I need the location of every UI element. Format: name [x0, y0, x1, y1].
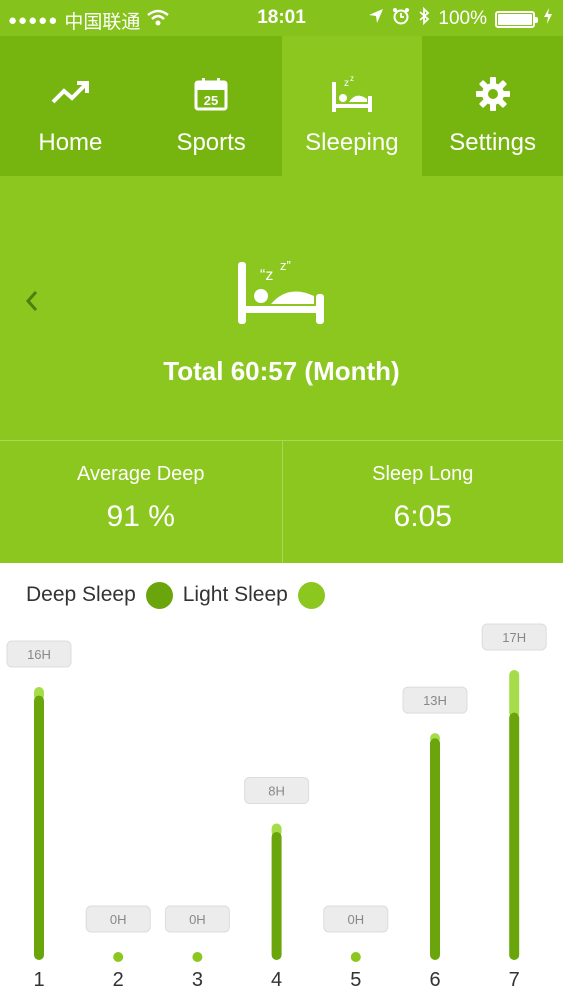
sleep-bar-chart: 16H 1 0H 2 0H 3 8H 4 0H 5 13H 6 17H 7 — [6, 623, 547, 991]
chevron-left-icon — [25, 291, 38, 311]
average-deep-stat: Average Deep 91 % — [0, 441, 282, 563]
sleep-long-label: Sleep Long — [372, 463, 474, 485]
value-label-1: 16H — [27, 647, 51, 662]
tab-settings[interactable]: Settings — [422, 36, 563, 176]
stats-row: Average Deep 91 % Sleep Long 6:05 — [0, 440, 563, 563]
value-label-5: 0H — [347, 912, 364, 927]
legend-light-swatch — [297, 581, 325, 609]
status-right: 100% — [368, 6, 553, 31]
charging-icon — [543, 7, 553, 31]
gear-icon — [475, 74, 511, 114]
battery-percent: 100% — [438, 8, 487, 29]
bar-light-7 — [509, 670, 520, 718]
bluetooth-icon — [418, 6, 430, 31]
sleep-chart: 16H 1 0H 2 0H 3 8H 4 0H 5 13H 6 17H 7 — [0, 620, 563, 1000]
x-tick-7: 7 — [509, 969, 520, 991]
bar-deep-7 — [509, 712, 520, 960]
x-tick-1: 1 — [33, 969, 44, 991]
status-bar: ●●●●● 中国联通 18:01 100% — [0, 0, 563, 36]
svg-text:z: z — [350, 74, 354, 83]
svg-text:“z: “z — [260, 267, 273, 284]
tab-sleeping-label: Sleeping — [305, 129, 399, 156]
average-deep-value: 91 % — [106, 500, 175, 533]
chart-legend: Deep Sleep Light Sleep — [26, 580, 325, 610]
tab-sports[interactable]: 25 Sports — [140, 36, 282, 176]
x-tick-5: 5 — [350, 969, 361, 991]
tab-home[interactable]: Home — [0, 36, 141, 176]
tab-sleeping[interactable]: zz Sleeping — [281, 36, 423, 176]
svg-text:z”: z” — [280, 258, 291, 273]
value-label-4: 8H — [268, 784, 285, 799]
x-tick-4: 4 — [271, 969, 282, 991]
x-tick-6: 6 — [429, 969, 440, 991]
battery-icon — [495, 10, 538, 28]
value-label-2: 0H — [110, 912, 127, 927]
summary-panel: “z z” Total 60:57 (Month) — [0, 176, 563, 440]
sleeping-bed-icon: “z z” — [236, 256, 326, 331]
value-label-3: 0H — [189, 912, 206, 927]
average-deep-label: Average Deep — [77, 463, 205, 485]
legend-deep-swatch — [145, 581, 173, 609]
x-tick-2: 2 — [113, 969, 124, 991]
bed-icon: zz — [330, 74, 374, 114]
sleep-long-value: 6:05 — [393, 500, 452, 533]
value-label-6: 13H — [423, 693, 447, 708]
tab-settings-label: Settings — [449, 129, 536, 156]
alarm-icon — [392, 7, 410, 31]
bar-empty-2 — [113, 952, 124, 962]
trend-up-icon — [50, 74, 90, 114]
calendar-icon: 25 — [194, 74, 228, 114]
bar-empty-5 — [350, 952, 361, 962]
tab-bar: Home 25 Sports zz Sleeping Settings — [0, 36, 563, 176]
legend-light-label: Light Sleep — [182, 583, 288, 606]
tab-sports-label: Sports — [176, 129, 246, 156]
location-arrow-icon — [368, 8, 384, 30]
svg-text:z: z — [344, 78, 349, 89]
legend-deep-label: Deep Sleep — [26, 583, 136, 606]
sleep-long-stat: Sleep Long 6:05 — [281, 441, 563, 563]
value-label-7: 17H — [502, 630, 526, 645]
bar-empty-3 — [192, 952, 203, 962]
calendar-day: 25 — [204, 93, 218, 108]
tab-home-label: Home — [38, 129, 103, 156]
bar-deep-1 — [34, 695, 44, 960]
bar-deep-4 — [271, 832, 282, 960]
total-sleep-text: Total 60:57 (Month) — [163, 356, 400, 386]
previous-button[interactable] — [22, 288, 42, 319]
x-tick-3: 3 — [192, 969, 203, 991]
bar-deep-6 — [430, 738, 440, 960]
